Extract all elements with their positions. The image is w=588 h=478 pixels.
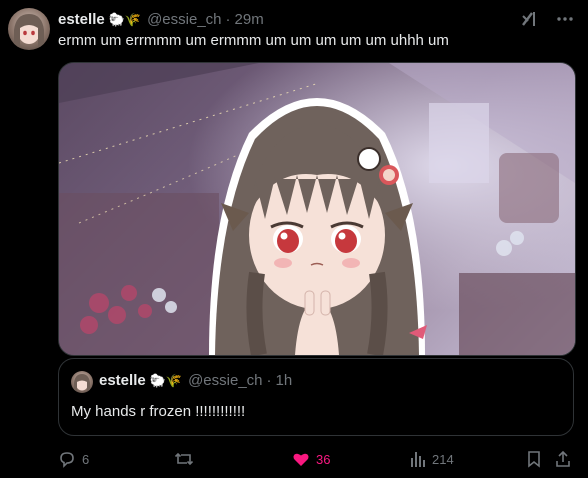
grok-icon[interactable]	[518, 8, 540, 30]
author-name[interactable]: estelle	[58, 11, 105, 28]
like-button[interactable]: 36	[292, 448, 330, 470]
quoted-author-emoji: 🐑🌾	[149, 373, 183, 388]
reply-button[interactable]: 6	[58, 448, 89, 470]
post-time[interactable]: 29m	[235, 11, 264, 28]
author-avatar[interactable]	[8, 8, 50, 50]
author-handle[interactable]: @essie_ch	[147, 11, 221, 28]
quoted-time[interactable]: 1h	[276, 372, 293, 389]
views-count: 214	[432, 451, 454, 467]
views-button[interactable]: 214	[410, 448, 454, 470]
reply-icon	[58, 450, 76, 468]
post-top-icons	[518, 8, 576, 30]
more-options-icon[interactable]	[554, 8, 576, 30]
author-emoji: 🐑🌾	[108, 11, 142, 27]
share-icon	[554, 450, 572, 468]
heart-icon	[292, 450, 310, 468]
quoted-author-name[interactable]: estelle	[99, 372, 146, 389]
repost-icon	[174, 450, 194, 468]
bookmark-icon	[526, 450, 542, 468]
separator: ·	[225, 10, 231, 28]
repost-button[interactable]	[174, 448, 200, 470]
quoted-post[interactable]: estelle 🐑🌾 @essie_ch · 1h My hands r fro…	[58, 358, 574, 436]
quoted-author-handle[interactable]: @essie_ch	[188, 372, 262, 389]
quoted-separator: ·	[266, 372, 272, 389]
quoted-author-avatar[interactable]	[71, 371, 93, 393]
analytics-icon	[410, 450, 426, 468]
like-count: 36	[316, 451, 331, 467]
reply-count: 6	[82, 451, 90, 467]
action-bar: 6 36 214	[58, 448, 574, 470]
share-button[interactable]	[554, 448, 572, 470]
post-header: estelle 🐑🌾 @essie_ch · 29m	[58, 9, 264, 29]
bookmark-button[interactable]	[526, 448, 542, 470]
quoted-header: estelle 🐑🌾 @essie_ch · 1h	[99, 372, 292, 389]
quoted-text: My hands r frozen !!!!!!!!!!!!	[71, 403, 246, 420]
post-image[interactable]	[58, 62, 576, 356]
post-text: ermm um errmmm um ermmm um um um um um u…	[58, 32, 449, 49]
